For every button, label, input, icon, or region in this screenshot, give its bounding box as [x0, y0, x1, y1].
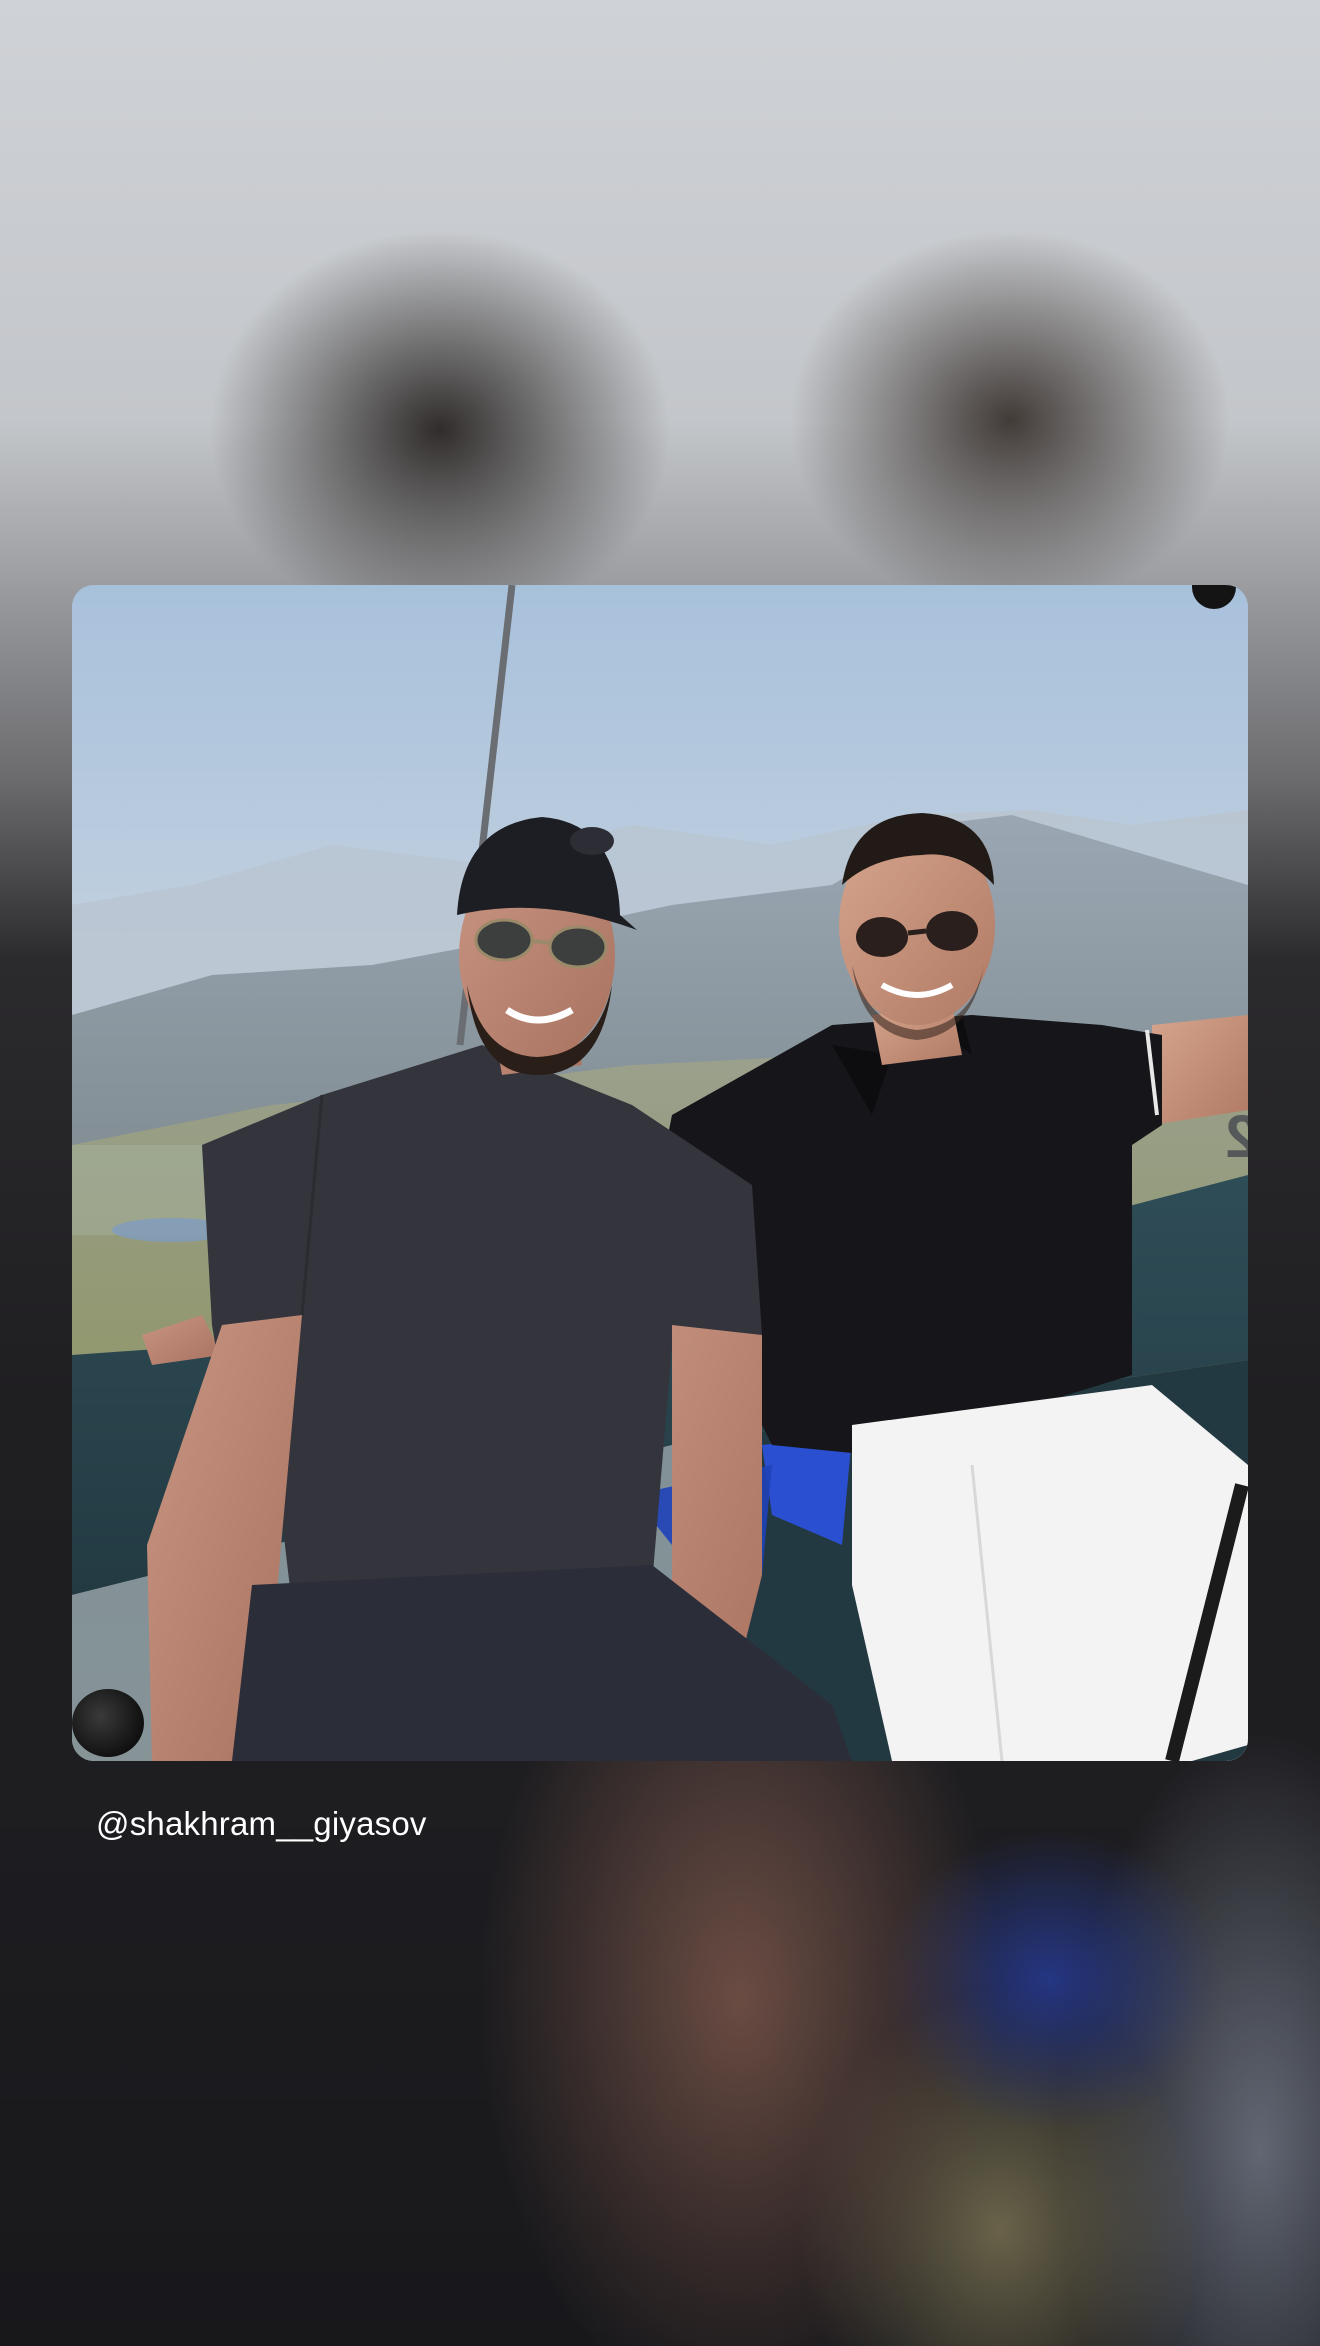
cable-car-selfie-photo: 22 — [72, 585, 1248, 1761]
shared-photo-card[interactable]: 22 — [72, 585, 1248, 1761]
story-viewer: 22 — [0, 0, 1320, 2346]
camera-lens-icon — [72, 1689, 144, 1757]
svg-text:22: 22 — [1225, 1103, 1248, 1170]
background-shade — [0, 1760, 1320, 2346]
post-author-username[interactable]: @shakhram__giyasov — [96, 1805, 427, 1843]
